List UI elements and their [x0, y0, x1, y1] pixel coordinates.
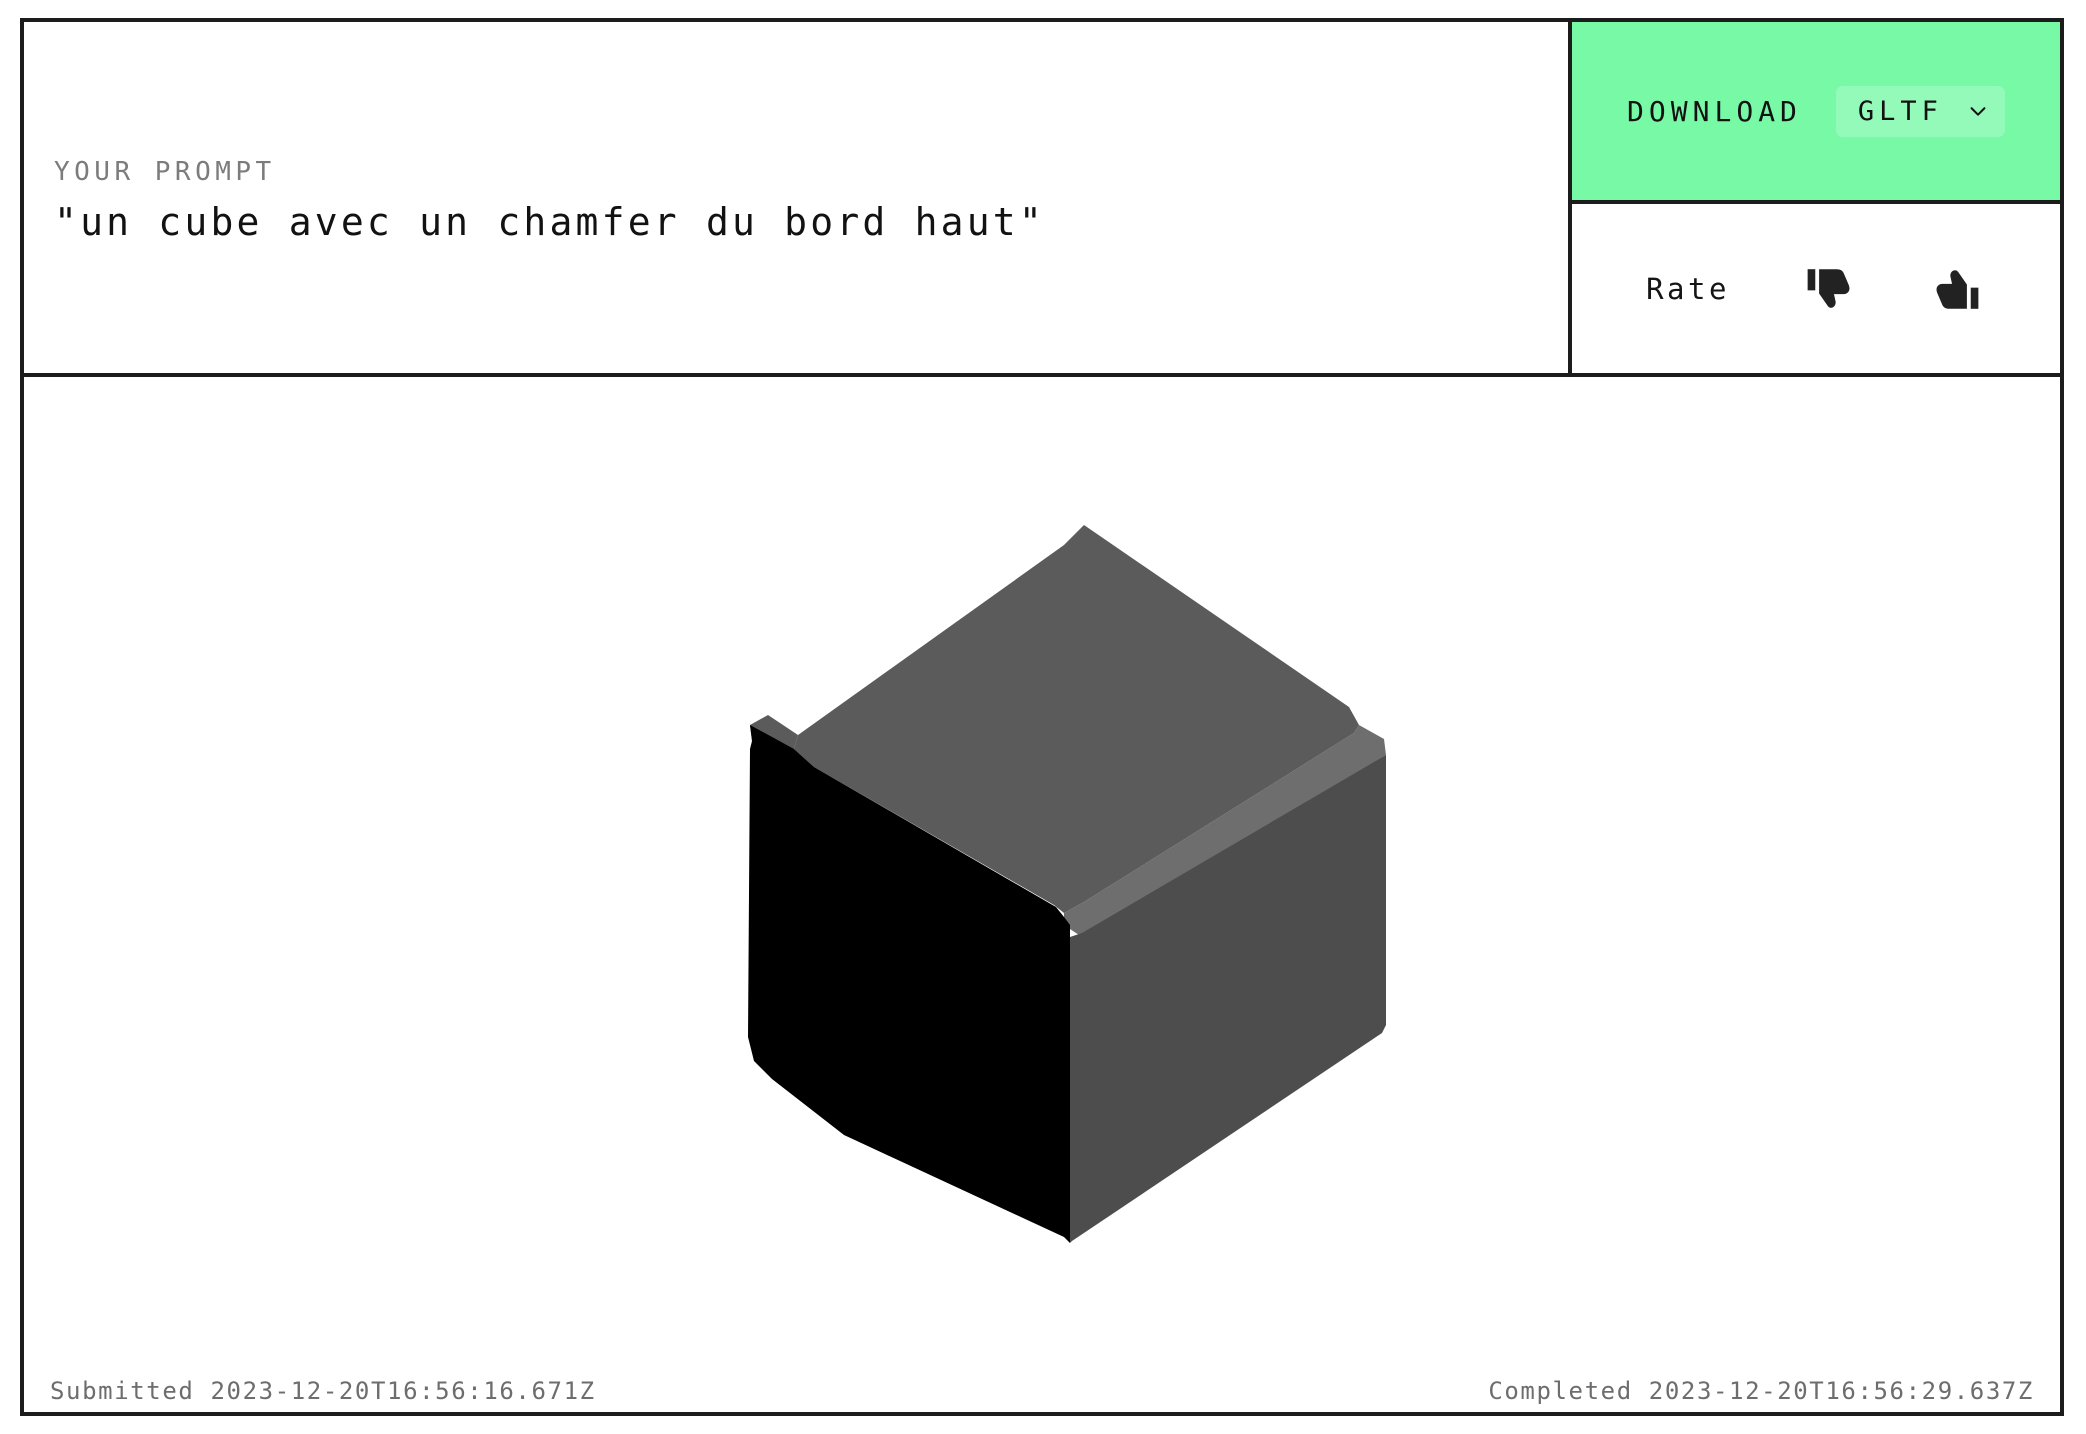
- prompt-label: YOUR PROMPT: [54, 157, 276, 187]
- thumbs-up-icon: [1930, 262, 1984, 316]
- rate-label: Rate: [1646, 271, 1730, 306]
- rate-bar: Rate: [1572, 204, 2060, 373]
- thumbs-down-icon: [1802, 262, 1856, 316]
- submitted-timestamp: Submitted 2023-12-20T16:56:16.671Z: [50, 1376, 596, 1405]
- download-label: DOWNLOAD: [1627, 94, 1802, 128]
- download-bar[interactable]: DOWNLOAD GLTF: [1572, 22, 2060, 204]
- footer: Submitted 2023-12-20T16:56:16.671Z Compl…: [20, 1369, 2064, 1416]
- model-viewer[interactable]: [20, 373, 2064, 1373]
- format-select[interactable]: GLTF: [1835, 85, 2005, 137]
- completed-timestamp: Completed 2023-12-20T16:56:29.637Z: [1488, 1376, 2034, 1405]
- top-row: YOUR PROMPT "un cube avec un chamfer du …: [20, 18, 2064, 377]
- prompt-panel: YOUR PROMPT "un cube avec un chamfer du …: [20, 18, 1572, 377]
- chevron-down-icon: [1967, 100, 1989, 122]
- thumbs-down-button[interactable]: [1800, 260, 1858, 318]
- thumbs-up-button[interactable]: [1928, 260, 1986, 318]
- prompt-text: "un cube avec un chamfer du bord haut": [54, 200, 1045, 244]
- side-panel: DOWNLOAD GLTF Rate: [1572, 18, 2064, 377]
- format-select-value: GLTF: [1857, 95, 1943, 127]
- chamfered-cube-model: [24, 377, 2060, 1369]
- app-root: YOUR PROMPT "un cube avec un chamfer du …: [20, 18, 2064, 1416]
